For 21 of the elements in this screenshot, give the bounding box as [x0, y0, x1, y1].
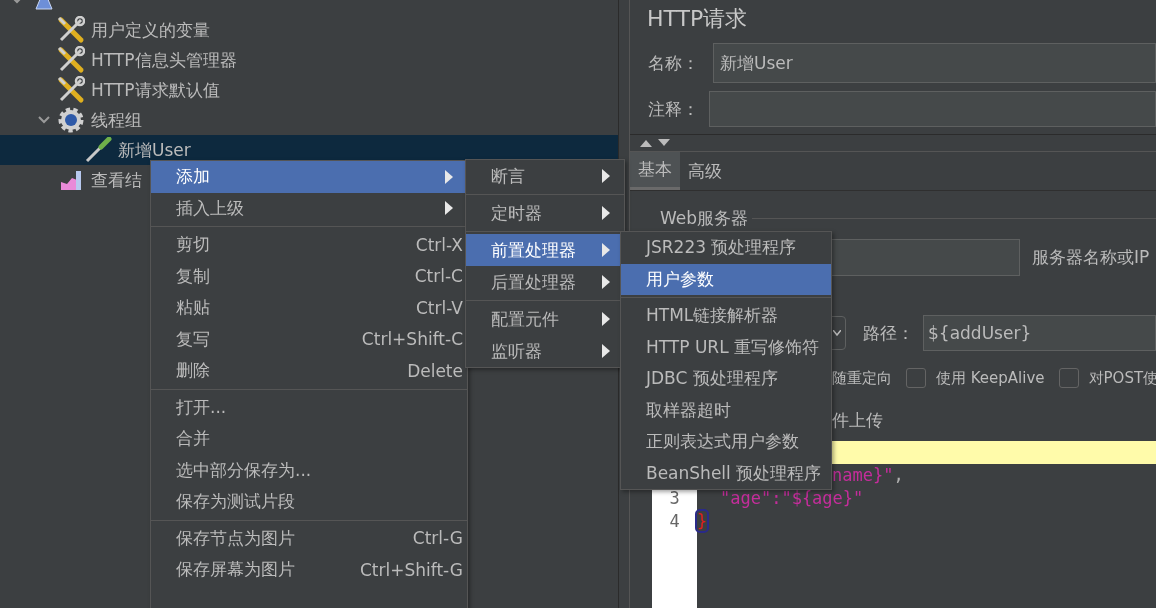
code-line: name}", [832, 464, 904, 487]
code-line: } [697, 510, 708, 533]
line-number: 3 [669, 488, 680, 508]
option-label: 随重定向 [832, 368, 892, 388]
shortcut-label: Ctrl-X [415, 234, 463, 255]
shortcut-label: Ctrl-C [414, 266, 463, 287]
code-line: "age":"${age}" [720, 487, 864, 510]
shortcut-label: Delete [407, 360, 463, 381]
option-label: 使用 KeepAlive [936, 368, 1045, 388]
upload-label: 件上传 [832, 410, 883, 430]
shortcut-label: Ctrl-V [416, 297, 463, 318]
path-label: 路径： [863, 321, 915, 345]
shortcut-label: Ctrl+Shift-G [359, 559, 463, 580]
name-label: 名称： [648, 51, 700, 75]
shortcut-label: Ctrl-G [412, 528, 463, 549]
panel-title: HTTP请求 [646, 5, 749, 33]
web-server-legend: Web服务器 [656, 206, 753, 230]
line-number: 4 [669, 511, 680, 531]
shortcut-label: Ctrl+Shift-C [361, 329, 463, 350]
comment-label: 注释： [648, 97, 700, 121]
server-label: 服务器名称或IP [1032, 245, 1150, 269]
